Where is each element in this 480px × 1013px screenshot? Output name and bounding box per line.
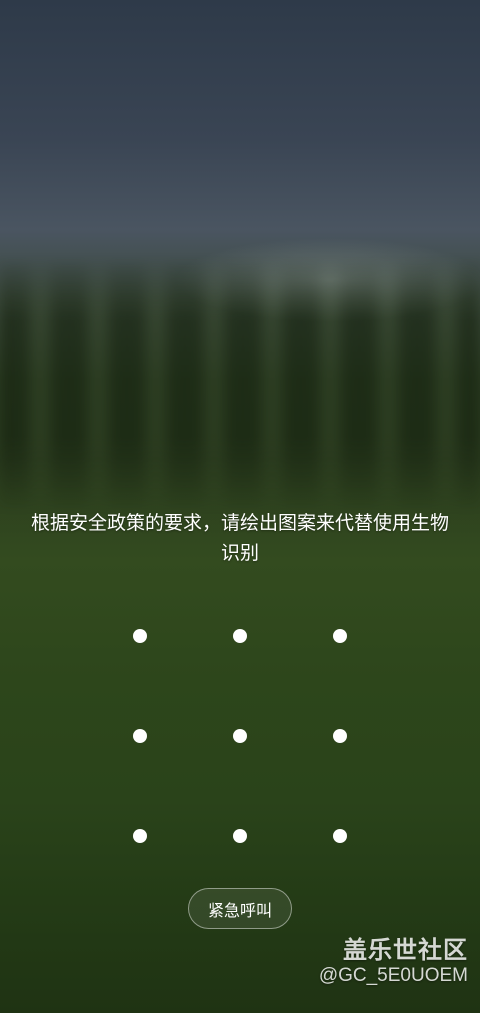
pattern-dot-8[interactable] [190,786,290,886]
pattern-grid[interactable] [90,586,390,886]
emergency-call-button[interactable]: 紧急呼叫 [188,888,292,929]
pattern-dot-5[interactable] [190,686,290,786]
pattern-dot-1[interactable] [90,586,190,686]
pattern-dot-6[interactable] [290,686,390,786]
pattern-dot-7[interactable] [90,786,190,886]
pattern-dot-4[interactable] [90,686,190,786]
watermark-username: @GC_5E0UOEM [318,965,468,986]
pattern-dot-3[interactable] [290,586,390,686]
pattern-dot-9[interactable] [290,786,390,886]
wallpaper-trees [0,255,480,515]
pattern-dot-2[interactable] [190,586,290,686]
pattern-prompt-text: 根据安全政策的要求，请绘出图案来代替使用生物识别 [30,512,449,564]
watermark-logo: 盖乐世社区 [343,936,468,964]
